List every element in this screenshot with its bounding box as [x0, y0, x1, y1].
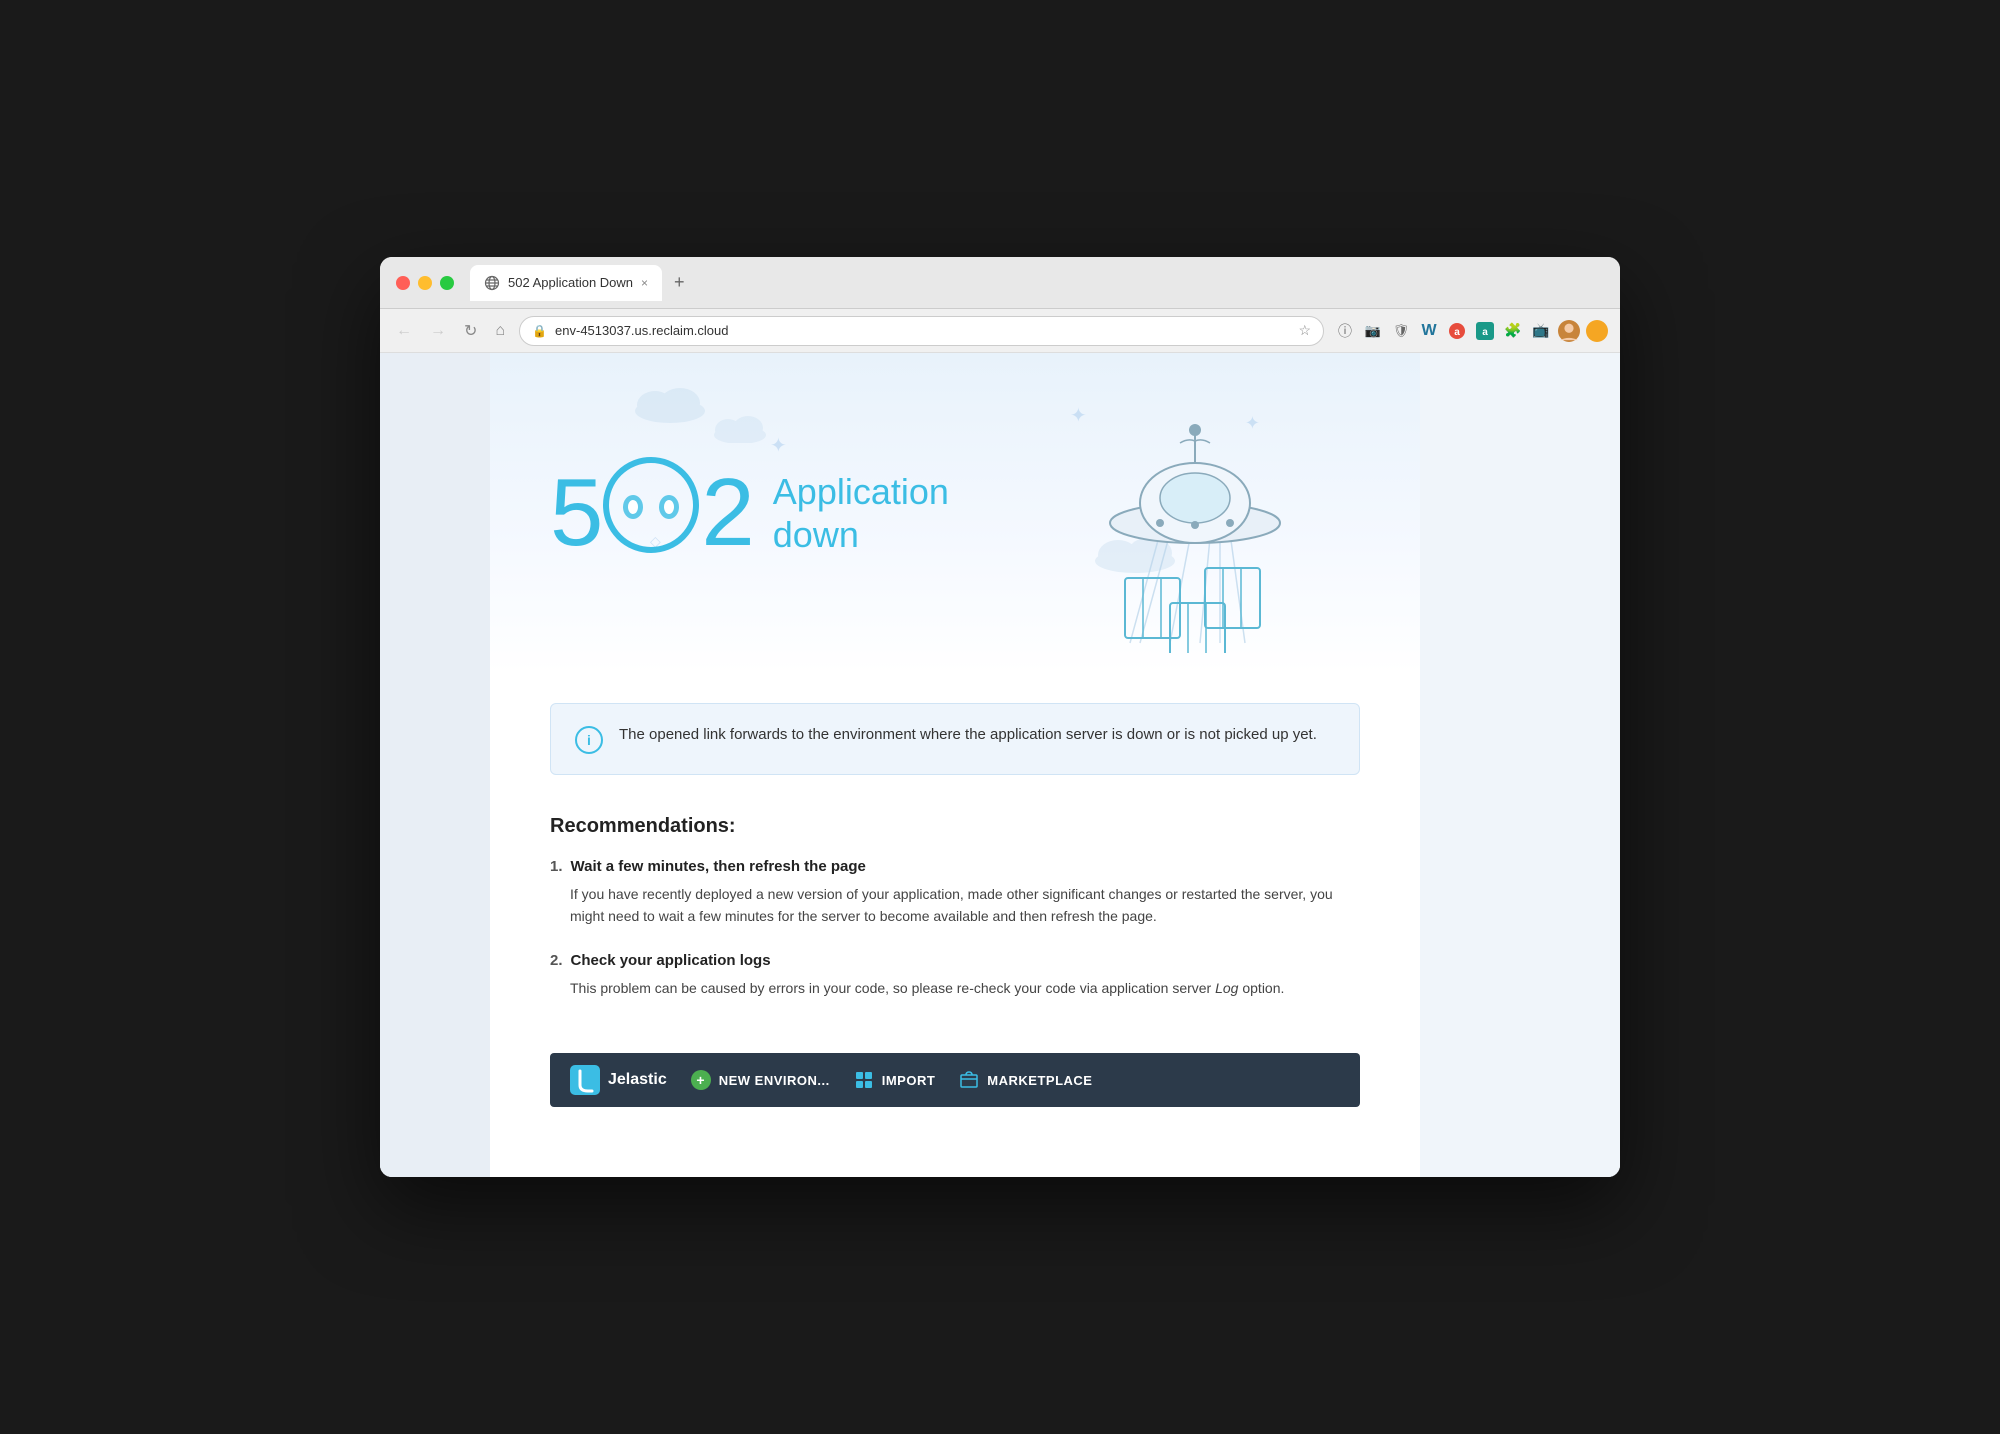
main-area: ✦ ✦ ◇ ◇ ✦ 5 [490, 353, 1420, 1177]
ext-red-icon[interactable]: a [1446, 320, 1468, 342]
rec-item-2: 2. Check your application logs This prob… [550, 952, 1360, 999]
ufo-illustration [1040, 373, 1340, 653]
info-section: i The opened link forwards to the enviro… [490, 673, 1420, 805]
new-environ-button[interactable]: + NEW ENVIRON... [691, 1070, 830, 1090]
url-text: env-4513037.us.reclaim.cloud [555, 323, 1290, 338]
cloud-decoration-1 [630, 383, 710, 423]
wordpress-icon[interactable]: W [1418, 320, 1440, 342]
error-title: Application down [773, 470, 949, 556]
import-button[interactable]: IMPORT [854, 1070, 936, 1090]
jelastic-logo: Jelastic [570, 1065, 667, 1095]
new-tab-button[interactable]: + [670, 272, 689, 293]
back-button[interactable]: ← [392, 318, 416, 344]
lock-icon: 🔒 [532, 324, 547, 338]
page-content: ✦ ✦ ◇ ◇ ✦ 5 [380, 353, 1620, 1177]
minimize-button[interactable] [418, 276, 432, 290]
active-tab[interactable]: 502 Application Down × [470, 265, 662, 301]
ext-teal-icon[interactable]: a [1474, 320, 1496, 342]
traffic-lights [396, 276, 454, 290]
rec-item-1-title: Wait a few minutes, then refresh the pag… [571, 858, 866, 875]
left-gutter [380, 353, 490, 1177]
tab-area: 502 Application Down × + [470, 265, 1604, 301]
info-circle-icon: i [575, 726, 603, 754]
jelastic-bar: Jelastic + NEW ENVIRON... [550, 1053, 1360, 1107]
hero-section: ✦ ✦ ◇ ◇ ✦ 5 [490, 353, 1420, 673]
ufo-svg [1040, 373, 1340, 653]
close-button[interactable] [396, 276, 410, 290]
address-bar-input[interactable]: 🔒 env-4513037.us.reclaim.cloud ☆ [519, 316, 1324, 346]
rec-item-1: 1. Wait a few minutes, then refresh the … [550, 858, 1360, 928]
marketplace-button[interactable]: MARKETPLACE [959, 1070, 1092, 1090]
right-gutter [1420, 353, 1620, 1177]
error-display: 5 [550, 455, 949, 571]
bookmark-icon[interactable]: ☆ [1298, 322, 1311, 339]
rec-item-1-header: 1. Wait a few minutes, then refresh the … [550, 858, 1360, 875]
rec-item-1-body: If you have recently deployed a new vers… [570, 883, 1360, 928]
shield-icon[interactable]: 🛡 [1390, 320, 1412, 342]
info-box: i The opened link forwards to the enviro… [550, 703, 1360, 775]
rec-item-2-header: 2. Check your application logs [550, 952, 1360, 969]
camera-icon[interactable]: 📷 [1362, 320, 1384, 342]
title-bar: 502 Application Down × + [380, 257, 1620, 309]
mac-window: 502 Application Down × + ← → ↻ ⌂ 🔒 env-4… [380, 257, 1620, 1177]
forward-button[interactable]: → [426, 318, 450, 344]
rec-item-2-body: This problem can be caused by errors in … [570, 977, 1360, 999]
svg-text:a: a [1454, 327, 1460, 338]
cast-icon[interactable]: 📺 [1530, 320, 1552, 342]
maximize-button[interactable] [440, 276, 454, 290]
marketplace-icon [959, 1070, 979, 1090]
address-bar: ← → ↻ ⌂ 🔒 env-4513037.us.reclaim.cloud ☆… [380, 309, 1620, 353]
recommendations-title: Recommendations: [550, 815, 1360, 838]
rec-item-2-title: Check your application logs [571, 952, 771, 969]
info-text: The opened link forwards to the environm… [619, 724, 1317, 747]
tab-label: 502 Application Down [508, 275, 633, 290]
import-icon [854, 1070, 874, 1090]
info-icon[interactable]: ⓘ [1334, 320, 1356, 342]
recommendations-section: Recommendations: 1. Wait a few minutes, … [490, 805, 1420, 1053]
reload-button[interactable]: ↻ [460, 317, 481, 345]
home-button[interactable]: ⌂ [491, 318, 509, 344]
jelastic-icon [570, 1065, 600, 1095]
jelastic-brand-name: Jelastic [608, 1071, 667, 1089]
new-environ-icon: + [691, 1070, 711, 1090]
error-code: 5 [550, 455, 753, 571]
cloud-decoration-2 [710, 413, 770, 443]
notification-dot [1586, 320, 1608, 342]
globe-icon [484, 275, 500, 291]
toolbar-icons: ⓘ 📷 🛡 W a a 🧩 📺 [1334, 320, 1608, 342]
alien-zero [601, 455, 701, 555]
tab-close-icon[interactable]: × [641, 277, 648, 289]
svg-text:a: a [1482, 327, 1488, 338]
profile-avatar[interactable] [1558, 320, 1580, 342]
puzzle-icon[interactable]: 🧩 [1502, 320, 1524, 342]
recommendations-list: 1. Wait a few minutes, then refresh the … [550, 858, 1360, 999]
